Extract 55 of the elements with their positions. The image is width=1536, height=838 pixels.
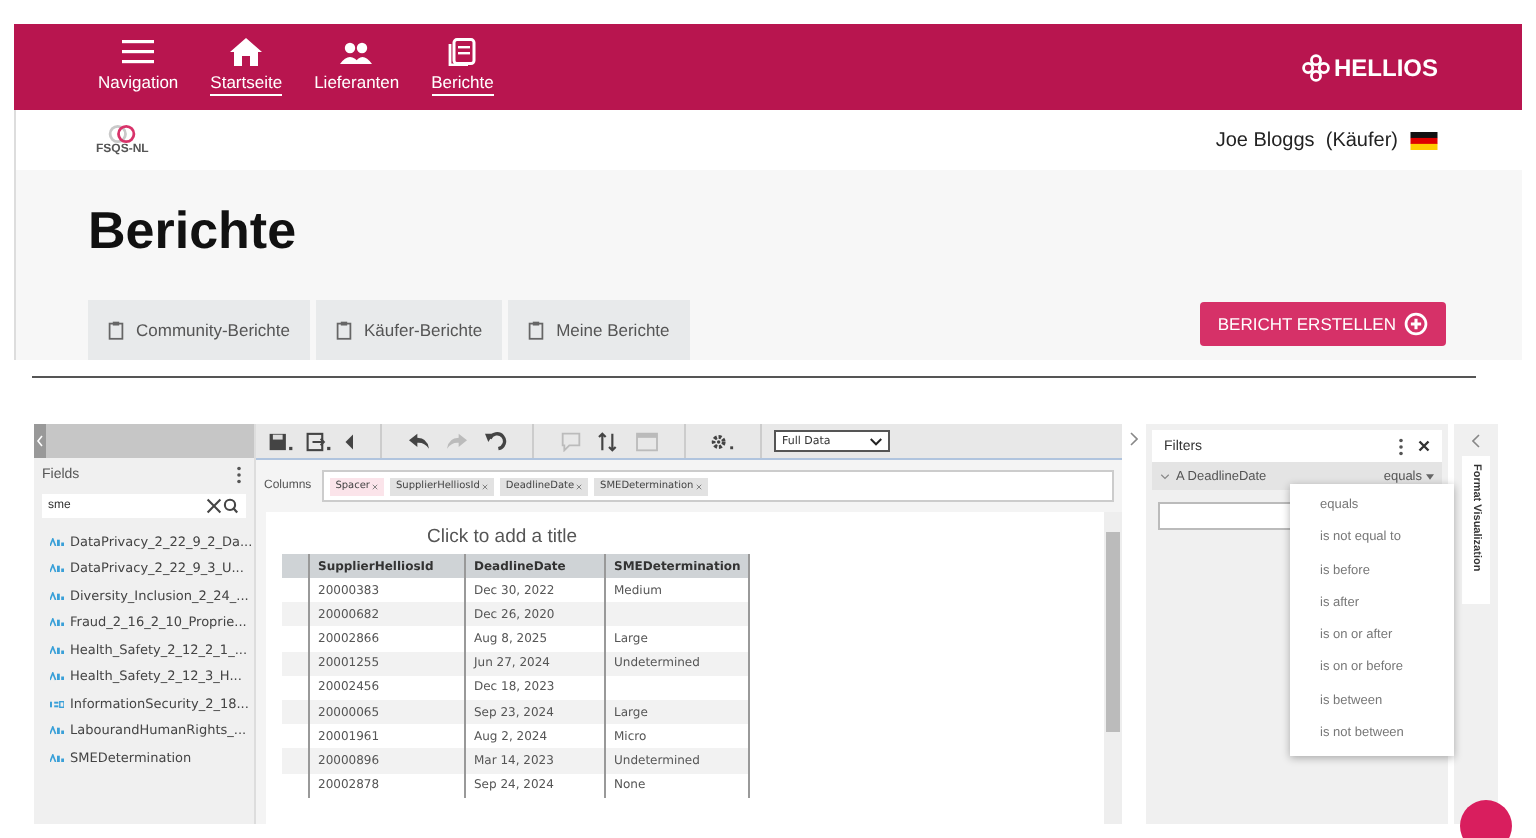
more-icon[interactable] [1398,437,1404,455]
caret-icon [870,437,882,445]
plus-circle-icon [1404,312,1428,336]
undo-icon[interactable] [406,431,432,451]
caret-icon [1426,473,1434,479]
remove-icon[interactable] [371,483,378,489]
save-icon[interactable] [268,431,294,451]
text-type-icon [50,591,64,600]
text-type-icon [50,672,64,681]
documents-icon [446,38,479,66]
number-type-icon [50,699,64,708]
page-title: Berichte [88,198,299,264]
report-tab[interactable]: Käufer-Berichte [316,300,503,360]
chevron-icon[interactable] [1160,473,1170,479]
home-icon [230,38,263,66]
settings-icon[interactable] [710,431,736,451]
people-icon [340,38,373,66]
sort-icon[interactable] [596,431,622,451]
flag-icon [1410,131,1438,149]
clear-search-icon[interactable] [204,498,240,514]
create-report-button[interactable]: BERICHT ERSTELLEN [1199,302,1446,346]
expand-handle[interactable] [1130,432,1138,446]
nav-item[interactable]: Lieferanten [310,38,404,96]
scrollbar[interactable] [1104,512,1122,824]
more-icon[interactable] [236,466,242,484]
close-icon[interactable] [1418,440,1430,452]
brand-name: HELLIOS [1333,53,1438,81]
reset-icon[interactable] [482,431,508,451]
text-type-icon [50,564,64,573]
report-tab[interactable]: Community-Berichte [88,300,310,360]
collapse-handle[interactable] [34,424,46,458]
remove-icon[interactable] [695,483,702,489]
nav-item[interactable]: Navigation [94,38,183,96]
export-icon[interactable] [306,431,332,451]
floating-action-button[interactable] [1460,800,1512,838]
nav-item[interactable]: Startseite [206,38,287,96]
table-title-placeholder[interactable]: Click to add a title [282,526,722,548]
report-tab[interactable]: Meine Berichte [508,300,690,360]
nav-item[interactable]: Berichte [427,38,498,96]
menu-icon [122,38,155,66]
collapse-handle[interactable] [1472,434,1480,448]
clipboard-icon [336,320,352,340]
text-type-icon [50,645,64,654]
text-type-icon [50,726,64,735]
text-type-icon [50,753,64,762]
remove-icon[interactable] [576,483,583,489]
text-type-icon [50,537,64,546]
logo-icon [1301,53,1330,81]
clipboard-icon [108,320,124,340]
clipboard-icon [528,320,545,340]
collapse-left-icon[interactable] [344,431,356,451]
remove-icon[interactable] [481,483,488,489]
text-type-icon [50,618,64,627]
user-name: Joe Bloggs (Käufer) [1215,129,1398,151]
rings-icon [108,124,137,144]
